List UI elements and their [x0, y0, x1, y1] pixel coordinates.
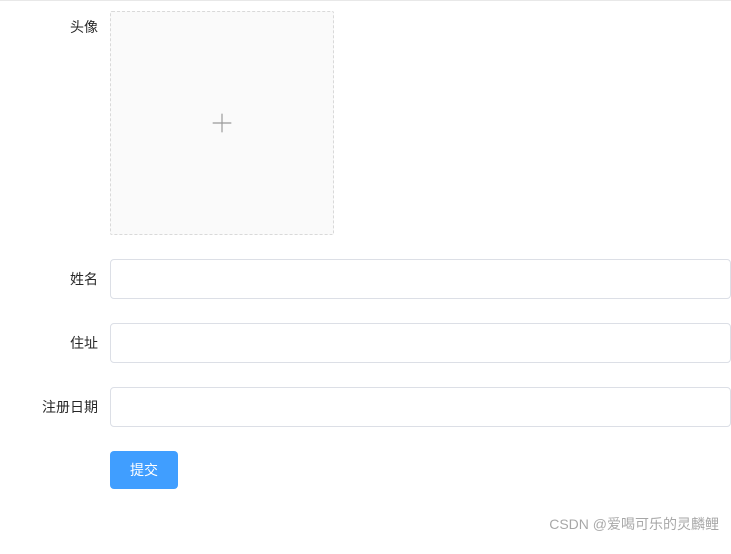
name-input[interactable]	[110, 259, 731, 299]
user-form: 头像 姓名 住址 注册日期 提	[0, 1, 731, 489]
avatar-upload[interactable]	[110, 11, 334, 235]
address-label: 住址	[24, 323, 110, 363]
register-date-content	[110, 387, 731, 427]
register-date-input[interactable]	[110, 387, 731, 427]
submit-row: 提交	[0, 451, 731, 489]
submit-button[interactable]: 提交	[110, 451, 178, 489]
name-row: 姓名	[0, 259, 731, 299]
watermark: CSDN @爱喝可乐的灵麟鲤	[549, 514, 719, 534]
avatar-row: 头像	[0, 11, 731, 235]
name-content	[110, 259, 731, 299]
register-date-label: 注册日期	[24, 387, 110, 427]
address-input[interactable]	[110, 323, 731, 363]
name-label: 姓名	[24, 259, 110, 299]
avatar-content	[110, 11, 731, 235]
avatar-label: 头像	[24, 11, 110, 43]
plus-icon	[208, 109, 236, 137]
address-content	[110, 323, 731, 363]
register-date-row: 注册日期	[0, 387, 731, 427]
address-row: 住址	[0, 323, 731, 363]
